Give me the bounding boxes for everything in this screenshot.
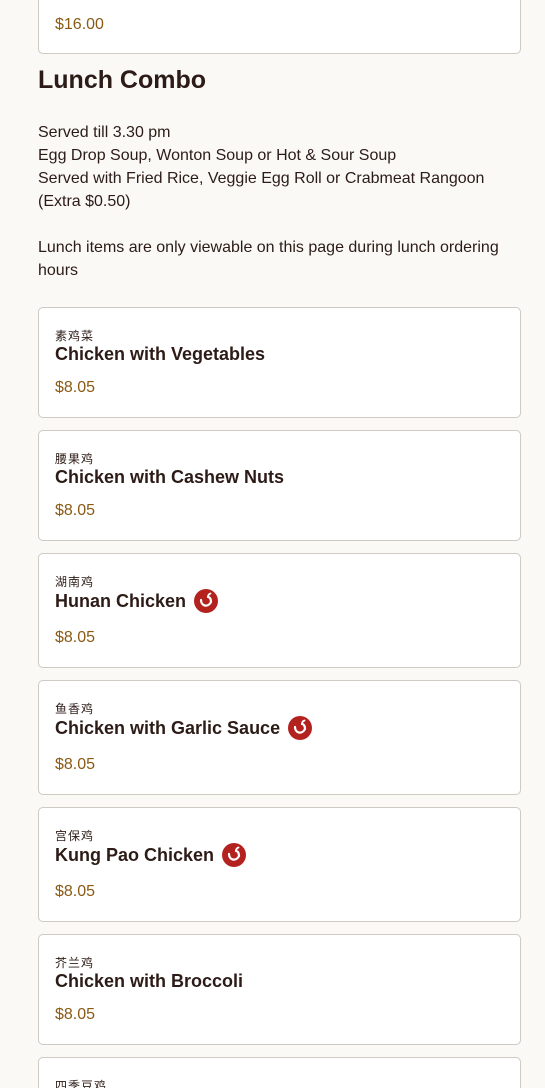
item-price: $8.05	[55, 756, 96, 773]
item-name-text: Kung Pao Chicken	[55, 844, 215, 865]
item-price: $8.05	[55, 502, 96, 519]
item-name: Chicken with Broccoli	[55, 971, 243, 992]
item-price: $8.05	[55, 883, 96, 900]
item-chinese-name: 素鸡菜	[55, 329, 95, 343]
item-chinese-name: 腰果鸡	[55, 452, 95, 466]
item-name-text: Chicken with Garlic Sauce	[55, 717, 281, 738]
item-chinese-name: 芥兰鸡	[55, 956, 95, 970]
chili-pepper-icon	[222, 843, 247, 867]
lunch-hours-note: Lunch items are only viewable on this pa…	[38, 239, 499, 279]
item-price: $16.00	[55, 16, 104, 33]
section-title: Lunch Combo	[38, 66, 207, 94]
item-chinese-name: 四季豆鸡	[55, 1079, 108, 1088]
item-chinese-name: 宫保鸡	[55, 829, 95, 843]
description-line: Egg Drop Soup, Wonton Soup or Hot & Sour…	[38, 147, 397, 164]
item-chinese-name: 鱼香鸡	[55, 702, 95, 716]
description-line: Served with Fried Rice, Veggie Egg Roll …	[38, 170, 485, 210]
menu-item-card[interactable]: 湖南鸡 Hunan Chicken $8.05	[38, 553, 521, 668]
section-description: Served till 3.30 pm Egg Drop Soup, Wonto…	[38, 121, 518, 213]
item-price: $8.05	[55, 1006, 96, 1023]
item-name-text: Hunan Chicken	[55, 590, 187, 611]
item-name-text: Chicken with Broccoli	[55, 971, 244, 991]
menu-item-card-previous[interactable]: $16.00	[38, 0, 521, 54]
chili-pepper-icon	[194, 589, 219, 613]
item-name-text: Chicken with Vegetables	[55, 344, 266, 364]
chili-pepper-icon	[288, 716, 313, 740]
item-price: $8.05	[55, 379, 96, 396]
menu-item-card[interactable]: 四季豆鸡	[38, 1057, 521, 1088]
menu-item-card[interactable]: 素鸡菜 Chicken with Vegetables $8.05	[38, 307, 521, 418]
item-name: Chicken with Garlic Sauce	[55, 716, 313, 740]
item-name: Kung Pao Chicken	[55, 843, 247, 867]
item-name: Chicken with Cashew Nuts	[55, 467, 284, 488]
description-line: Served till 3.30 pm	[38, 124, 171, 141]
item-name-text: Chicken with Cashew Nuts	[55, 467, 285, 487]
menu-item-card[interactable]: 鱼香鸡 Chicken with Garlic Sauce $8.05	[38, 680, 521, 795]
menu-item-card[interactable]: 腰果鸡 Chicken with Cashew Nuts $8.05	[38, 430, 521, 541]
item-chinese-name: 湖南鸡	[55, 575, 95, 589]
item-price: $8.05	[55, 629, 96, 646]
item-name: Hunan Chicken	[55, 589, 219, 613]
menu-item-card[interactable]: 宫保鸡 Kung Pao Chicken $8.05	[38, 807, 521, 922]
menu-item-card[interactable]: 芥兰鸡 Chicken with Broccoli $8.05	[38, 934, 521, 1045]
item-name: Chicken with Vegetables	[55, 344, 265, 365]
